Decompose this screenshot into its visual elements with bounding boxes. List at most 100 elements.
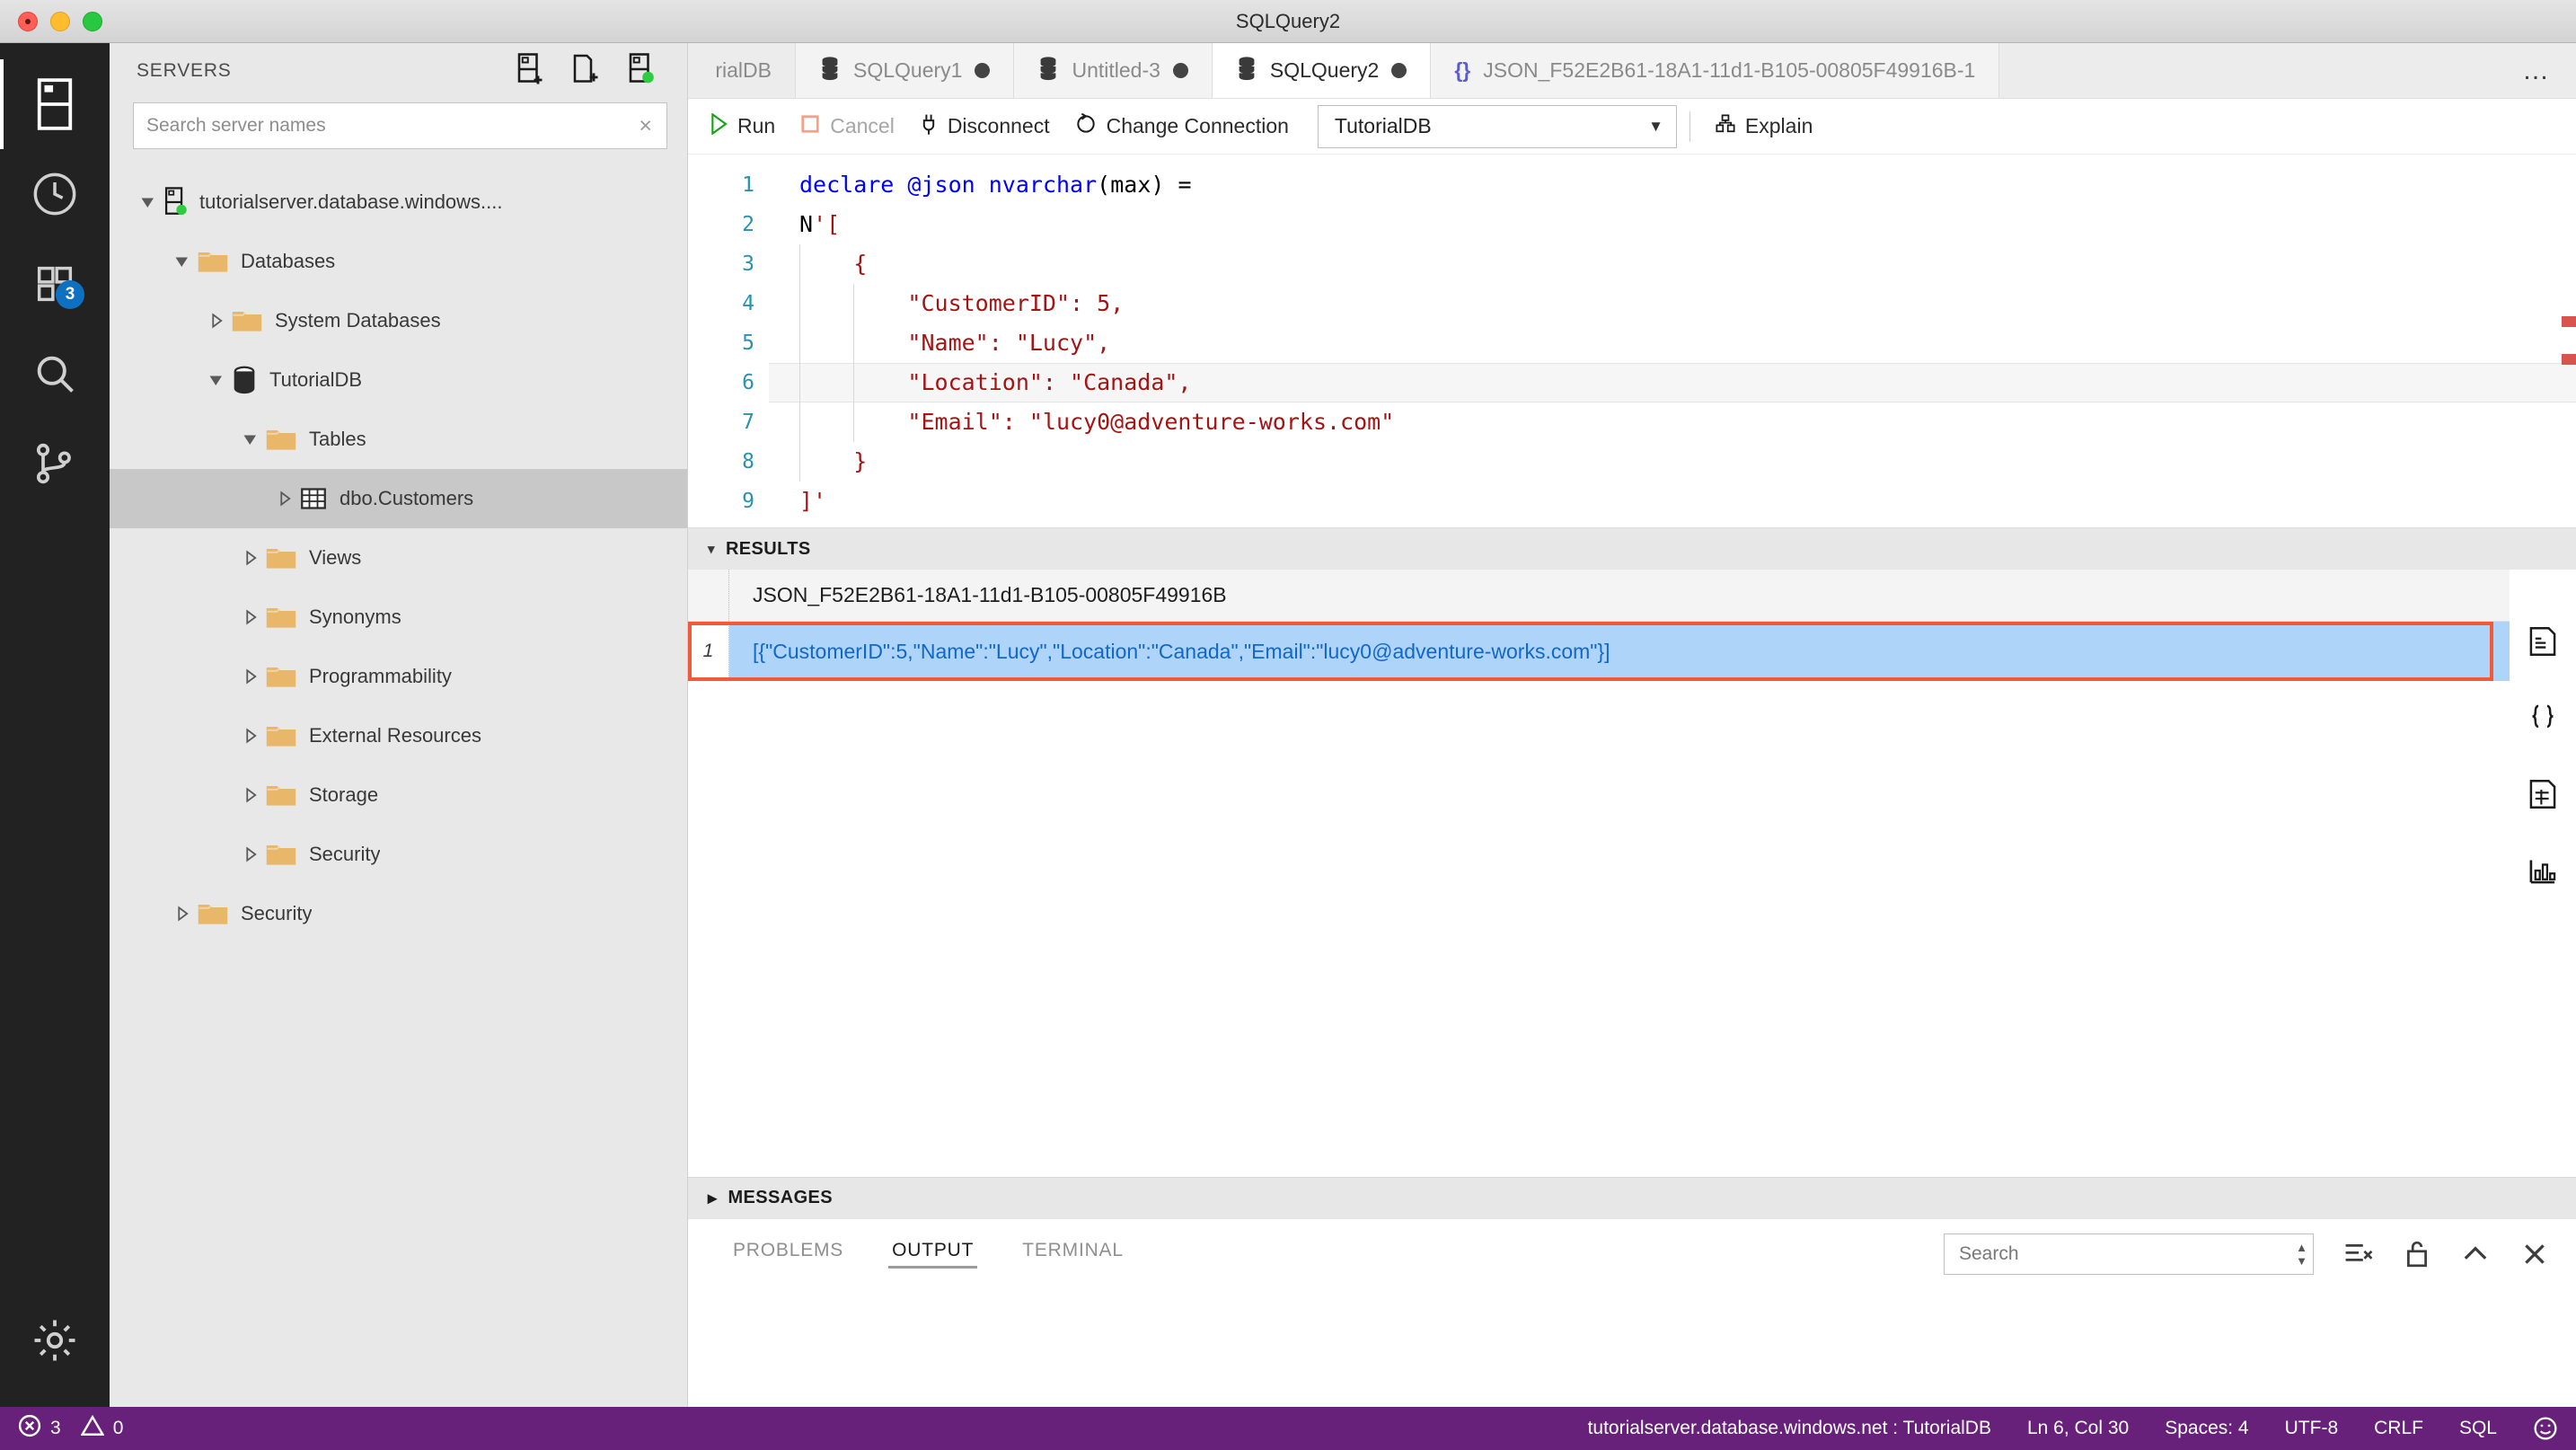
- tab-sqlquery1[interactable]: SQLQuery1: [796, 43, 1015, 98]
- clear-search-icon[interactable]: ×: [633, 114, 657, 137]
- tree-item-security[interactable]: Security: [110, 825, 687, 884]
- save-as-json-icon[interactable]: [2527, 702, 2559, 738]
- explain-button[interactable]: Explain: [1703, 113, 1825, 139]
- chevron-right-icon[interactable]: [235, 550, 266, 566]
- unsaved-indicator-icon[interactable]: [975, 63, 991, 78]
- sidebar-item-servers[interactable]: [0, 59, 110, 149]
- new-connection-icon[interactable]: [515, 52, 545, 90]
- chevron-right-icon[interactable]: [235, 846, 266, 862]
- column-header[interactable]: JSON_F52E2B61-18A1-11d1-B105-00805F49916…: [729, 583, 1227, 607]
- search-stepper-icon[interactable]: ▲ ▼: [2296, 1242, 2307, 1267]
- editor-overview-ruler[interactable]: [2562, 155, 2576, 527]
- tree-item-databases[interactable]: Databases: [110, 232, 687, 291]
- code-line[interactable]: "Location": "Canada",: [769, 363, 2576, 402]
- status-eol[interactable]: CRLF: [2356, 1418, 2441, 1439]
- tree-item-dbo-customers[interactable]: dbo.Customers: [110, 469, 687, 528]
- tab-rialdb[interactable]: rialDB: [688, 43, 796, 98]
- unsaved-indicator-icon[interactable]: [1172, 63, 1188, 78]
- line-number: 7: [742, 411, 754, 434]
- code-line[interactable]: {: [769, 244, 2576, 284]
- chevron-right-icon[interactable]: [201, 313, 232, 329]
- tree-item-storage[interactable]: Storage: [110, 765, 687, 825]
- chevron-right-icon[interactable]: [235, 668, 266, 685]
- lock-icon[interactable]: [2404, 1240, 2430, 1269]
- tree-item-external-resources[interactable]: External Resources: [110, 706, 687, 765]
- code-line[interactable]: ]': [769, 482, 2576, 521]
- sidebar-item-search[interactable]: [0, 329, 110, 419]
- close-icon[interactable]: [2520, 1240, 2549, 1269]
- tree-item-system-databases[interactable]: System Databases: [110, 291, 687, 350]
- status-indentation[interactable]: Spaces: 4: [2147, 1418, 2266, 1439]
- chevron-up-icon[interactable]: [2461, 1240, 2490, 1269]
- code-line[interactable]: }: [769, 442, 2576, 482]
- panel-search-box[interactable]: Search ▲ ▼: [1944, 1233, 2314, 1275]
- unsaved-indicator-icon[interactable]: [1391, 63, 1407, 78]
- status-language-mode[interactable]: SQL: [2441, 1418, 2515, 1439]
- run-button[interactable]: Run: [697, 111, 788, 140]
- chevron-right-icon[interactable]: [235, 728, 266, 744]
- chevron-down-icon[interactable]: [201, 372, 232, 388]
- status-cursor-position[interactable]: Ln 6, Col 30: [2009, 1418, 2147, 1439]
- database-icon: [1037, 56, 1059, 86]
- sidebar-item-history[interactable]: [0, 149, 110, 239]
- tree-item-views[interactable]: Views: [110, 528, 687, 588]
- chevron-down-icon[interactable]: [133, 194, 163, 210]
- tab-json-f52e2b61-18a1-11d1-b105-00805f49916b-1[interactable]: {} JSON_F52E2B61-18A1-11d1-B105-00805F499…: [1431, 43, 2000, 98]
- manage-settings-button[interactable]: [0, 1295, 110, 1385]
- folder-icon: [198, 249, 228, 274]
- chevron-down-icon[interactable]: [235, 431, 266, 447]
- save-as-excel-icon[interactable]: [2527, 778, 2559, 815]
- code-line[interactable]: declare @json nvarchar(max) =: [769, 165, 2576, 205]
- search-server-names-box[interactable]: ×: [133, 102, 667, 149]
- save-as-csv-icon[interactable]: [2527, 625, 2559, 662]
- folder-icon: [266, 723, 296, 748]
- change-connection-button[interactable]: Change Connection: [1063, 112, 1301, 140]
- tree-item-tutorialdb[interactable]: TutorialDB: [110, 350, 687, 410]
- refresh-servers-icon[interactable]: [626, 52, 657, 90]
- app-window: SQLQuery2 3 SERVERS Search server names …: [0, 0, 2576, 1450]
- status-encoding[interactable]: UTF-8: [2267, 1418, 2357, 1439]
- code-line[interactable]: [769, 521, 2576, 527]
- code-line[interactable]: N'[: [769, 205, 2576, 244]
- chevron-right-icon[interactable]: [167, 906, 198, 922]
- code-line[interactable]: "Email": "lucy0@adventure-works.com": [769, 402, 2576, 442]
- code-line[interactable]: "Name": "Lucy",: [769, 323, 2576, 363]
- tree-item-security[interactable]: Security: [110, 884, 687, 943]
- sql-editor[interactable]: 1 2 3 4 5 6 7 8 9 10 declare @json nvarchar(max) …: [688, 155, 2576, 527]
- status-problems[interactable]: 3 0: [0, 1414, 123, 1443]
- chevron-right-icon[interactable]: [235, 609, 266, 625]
- folder-icon: [198, 901, 228, 926]
- tree-item-synonyms[interactable]: Synonyms: [110, 588, 687, 647]
- code-content[interactable]: declare @json nvarchar(max) = N'[ { "Cust…: [769, 155, 2576, 527]
- results-section-label: RESULTS: [725, 538, 811, 559]
- cancel-button[interactable]: Cancel: [788, 114, 907, 139]
- feedback-smiley-icon[interactable]: [2515, 1416, 2576, 1441]
- clear-output-icon[interactable]: [2344, 1241, 2373, 1268]
- panel-tab-terminal[interactable]: TERMINAL: [1019, 1240, 1127, 1269]
- sidebar-item-extensions[interactable]: 3: [0, 239, 110, 329]
- database-dropdown[interactable]: TutorialDB ▼: [1317, 104, 1677, 148]
- chevron-down-icon[interactable]: [167, 253, 198, 270]
- results-grid[interactable]: JSON_F52E2B61-18A1-11d1-B105-00805F49916…: [688, 570, 2510, 1177]
- panel-tab-problems[interactable]: PROBLEMS: [729, 1240, 847, 1269]
- tab-overflow-button[interactable]: …: [2497, 43, 2576, 98]
- code-line[interactable]: "CustomerID": 5,: [769, 284, 2576, 323]
- row-number: 1: [688, 622, 729, 681]
- search-input[interactable]: [146, 115, 634, 137]
- tab-untitled-3[interactable]: Untitled-3: [1014, 43, 1213, 98]
- tab-sqlquery2[interactable]: SQLQuery2: [1212, 43, 1432, 98]
- tree-item-tutorialserver-database-windows[interactable]: tutorialserver.database.windows....: [110, 172, 687, 232]
- panel-tab-output[interactable]: OUTPUT: [888, 1240, 978, 1269]
- results-section-header[interactable]: ▾ RESULTS: [688, 528, 2576, 570]
- messages-section-header[interactable]: ▸ MESSAGES: [688, 1177, 2576, 1218]
- sidebar-item-source-control[interactable]: [0, 419, 110, 508]
- disconnect-button[interactable]: Disconnect: [907, 112, 1063, 141]
- table-row[interactable]: 1 [{"CustomerID":5,"Name":"Lucy","Locati…: [688, 622, 2510, 681]
- result-cell[interactable]: [{"CustomerID":5,"Name":"Lucy","Location…: [729, 622, 2510, 681]
- chevron-right-icon[interactable]: [269, 491, 300, 507]
- new-server-group-icon[interactable]: [570, 53, 601, 90]
- chevron-right-icon[interactable]: [235, 787, 266, 803]
- tree-item-programmability[interactable]: Programmability: [110, 647, 687, 706]
- chart-icon[interactable]: [2527, 854, 2559, 891]
- tree-item-tables[interactable]: Tables: [110, 410, 687, 469]
